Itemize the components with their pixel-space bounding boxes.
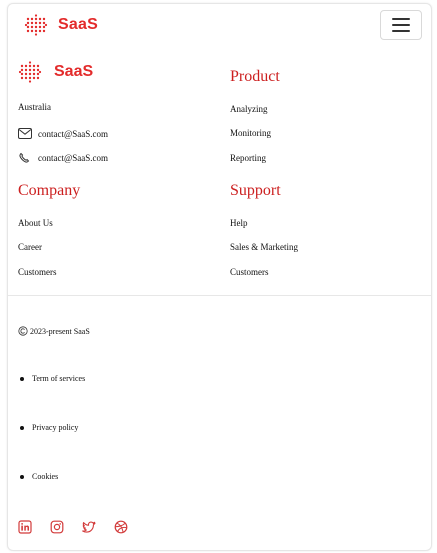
footer-link-help[interactable]: Help xyxy=(230,218,248,228)
copyright-icon xyxy=(18,326,28,336)
brand-logo-text: SaaS xyxy=(58,16,98,33)
copyright-text: 2023-present SaaS xyxy=(30,326,90,336)
bullet-icon xyxy=(20,376,24,381)
linkedin-icon[interactable] xyxy=(18,520,32,534)
phone-icon xyxy=(19,152,30,163)
footer-link-customers[interactable]: Customers xyxy=(18,267,57,277)
twitter-icon[interactable] xyxy=(82,520,96,534)
footer-divider xyxy=(8,295,431,296)
legal-link-privacy[interactable]: Privacy policy xyxy=(18,423,78,432)
bullet-icon xyxy=(20,474,24,479)
mail-icon xyxy=(18,128,32,139)
hamburger-menu-icon xyxy=(392,18,410,32)
phone-text[interactable]: contact@SaaS.com xyxy=(38,153,108,163)
email-contact[interactable]: contact@SaaS.com xyxy=(18,128,108,139)
section-title-company: Company xyxy=(18,182,81,199)
top-navbar: SaaS xyxy=(8,4,431,48)
hamburger-menu-button[interactable] xyxy=(380,10,422,40)
section-title-product: Product xyxy=(230,68,280,85)
legal-link-cookies-text[interactable]: Cookies xyxy=(32,472,58,481)
page-frame: SaaS SaaS Australia contact@SaaS.com con… xyxy=(7,3,432,551)
footer-link-career[interactable]: Career xyxy=(18,242,42,252)
footer: SaaS Australia contact@SaaS.com contact@… xyxy=(8,58,431,298)
company-address: Australia xyxy=(18,102,51,112)
brand[interactable]: SaaS xyxy=(24,13,98,37)
footer-brand[interactable]: SaaS xyxy=(18,58,93,86)
legal-link-cookies[interactable]: Cookies xyxy=(18,472,58,481)
phone-contact[interactable]: contact@SaaS.com xyxy=(18,152,108,163)
legal-link-privacy-text[interactable]: Privacy policy xyxy=(32,423,78,432)
dribbble-icon[interactable] xyxy=(114,520,128,534)
legal-link-terms[interactable]: Term of services xyxy=(18,374,85,383)
dot-grid-icon xyxy=(18,61,42,83)
footer-link-sales-marketing[interactable]: Sales & Marketing xyxy=(230,242,298,252)
footer-link-analyzing[interactable]: Analyzing xyxy=(230,104,268,114)
footer-brand-text: SaaS xyxy=(54,63,94,80)
email-text[interactable]: contact@SaaS.com xyxy=(38,129,108,139)
dot-grid-icon xyxy=(24,14,48,36)
footer-link-about-us[interactable]: About Us xyxy=(18,218,53,228)
bullet-icon xyxy=(20,425,24,430)
footer-link-reporting[interactable]: Reporting xyxy=(230,153,266,163)
instagram-icon[interactable] xyxy=(50,520,64,534)
footer-link-monitoring[interactable]: Monitoring xyxy=(230,128,271,138)
copyright: 2023-present SaaS xyxy=(18,326,90,336)
section-title-support: Support xyxy=(230,182,281,199)
footer-link-support-customers[interactable]: Customers xyxy=(230,267,269,277)
legal-link-terms-text[interactable]: Term of services xyxy=(32,374,85,383)
social-links xyxy=(18,520,128,534)
